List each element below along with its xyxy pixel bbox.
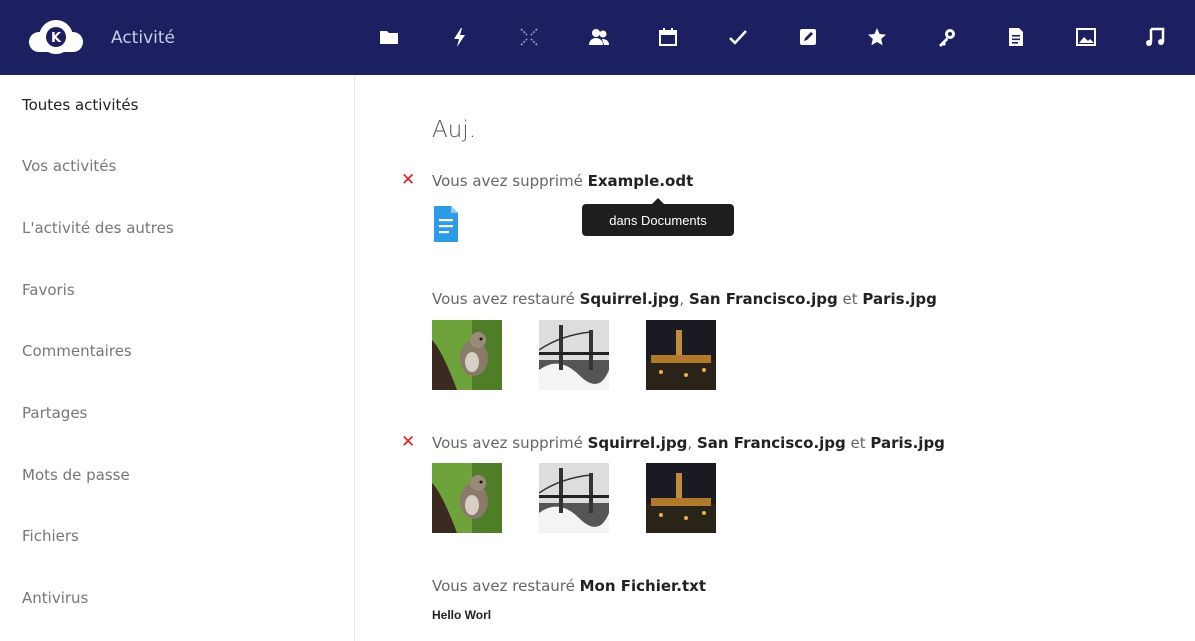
calendar-icon[interactable] — [657, 26, 679, 48]
paris-thumbnail[interactable] — [646, 463, 716, 533]
folder-icon[interactable] — [378, 26, 400, 48]
sidebar-item-others-activities[interactable]: L'activité des autres — [22, 219, 174, 237]
activity-stream: Auj. ✕ Vous avez supprimé Example.odt da… — [355, 75, 1195, 641]
file-link[interactable]: Squirrel.jpg — [588, 434, 688, 452]
tasks-icon[interactable] — [727, 26, 749, 48]
activity-item: Vous avez restauré Mon Fichier.txt — [432, 577, 706, 595]
delete-icon: ✕ — [401, 432, 416, 452]
documents-icon[interactable] — [1005, 26, 1027, 48]
file-link[interactable]: Squirrel.jpg — [580, 290, 680, 308]
sidebar: Toutes activités Vos activités L'activit… — [0, 75, 355, 641]
sidebar-item-all-activities[interactable]: Toutes activités — [22, 96, 138, 114]
top-header: K Activité — [0, 0, 1195, 75]
activity-item: Vous avez restauré Squirrel.jpg, San Fra… — [432, 290, 937, 308]
lightning-icon[interactable] — [449, 26, 471, 48]
file-link[interactable]: Paris.jpg — [870, 434, 945, 452]
document-file-icon[interactable] — [432, 204, 460, 244]
sidebar-item-antivirus[interactable]: Antivirus — [22, 589, 88, 607]
svg-text:K: K — [51, 31, 62, 46]
sidebar-item-shares[interactable]: Partages — [22, 404, 87, 422]
passwords-icon[interactable] — [936, 26, 958, 48]
san-francisco-thumbnail[interactable] — [539, 463, 609, 533]
activity-item: Vous avez supprimé Squirrel.jpg, San Fra… — [432, 434, 945, 452]
cloud-logo-icon[interactable]: K — [26, 17, 86, 57]
contacts-icon[interactable] — [588, 26, 610, 48]
san-francisco-thumbnail[interactable] — [539, 320, 609, 390]
gallery-icon[interactable] — [518, 26, 540, 48]
notes-icon[interactable] — [797, 26, 819, 48]
file-preview-text: Hello Worl — [432, 608, 492, 622]
file-link[interactable]: San Francisco.jpg — [689, 290, 838, 308]
sidebar-item-your-activities[interactable]: Vos activités — [22, 157, 116, 175]
file-link[interactable]: Paris.jpg — [862, 290, 937, 308]
location-tooltip: dans Documents — [582, 198, 734, 236]
app-title: Activité — [111, 28, 175, 48]
paris-thumbnail[interactable] — [646, 320, 716, 390]
file-link[interactable]: Mon Fichier.txt — [580, 577, 706, 595]
music-icon[interactable] — [1144, 26, 1166, 48]
day-heading: Auj. — [432, 117, 477, 143]
sidebar-item-comments[interactable]: Commentaires — [22, 342, 132, 360]
delete-icon: ✕ — [401, 170, 416, 190]
file-link[interactable]: San Francisco.jpg — [697, 434, 846, 452]
squirrel-thumbnail[interactable] — [432, 463, 502, 533]
squirrel-thumbnail[interactable] — [432, 320, 502, 390]
file-link[interactable]: Example.odt — [588, 172, 694, 190]
sidebar-item-passwords[interactable]: Mots de passe — [22, 466, 130, 484]
bookmarks-icon[interactable] — [866, 26, 888, 48]
sidebar-item-files[interactable]: Fichiers — [22, 527, 79, 545]
sidebar-item-favorites[interactable]: Favoris — [22, 281, 75, 299]
pictures-icon[interactable] — [1075, 26, 1097, 48]
activity-item: Vous avez supprimé Example.odt — [432, 172, 694, 190]
